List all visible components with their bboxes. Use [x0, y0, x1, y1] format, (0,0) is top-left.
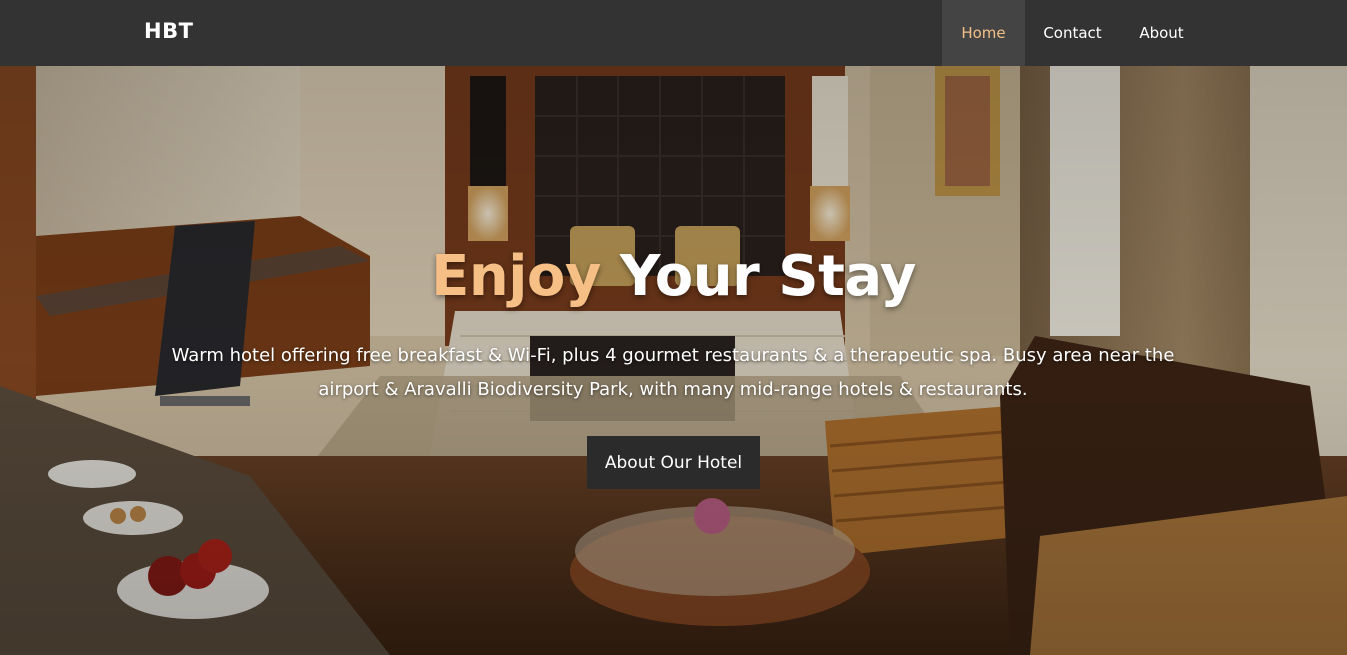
hero-title: Enjoy Your Stay: [0, 242, 1347, 312]
nav-links: Home Contact About: [942, 0, 1203, 66]
hero-title-accent: Enjoy: [431, 244, 601, 309]
nav-contact[interactable]: Contact: [1025, 0, 1120, 66]
about-hotel-button[interactable]: About Our Hotel: [587, 436, 760, 489]
nav-about[interactable]: About: [1120, 0, 1203, 66]
hero-title-rest: Your Stay: [600, 244, 917, 309]
hero-section: Enjoy Your Stay Warm hotel offering free…: [0, 66, 1347, 655]
top-navbar: HBT Home Contact About: [0, 0, 1347, 66]
brand-logo[interactable]: HBT: [144, 19, 193, 43]
nav-home[interactable]: Home: [942, 0, 1025, 66]
hero-description: Warm hotel offering free breakfast & Wi-…: [171, 345, 1175, 400]
